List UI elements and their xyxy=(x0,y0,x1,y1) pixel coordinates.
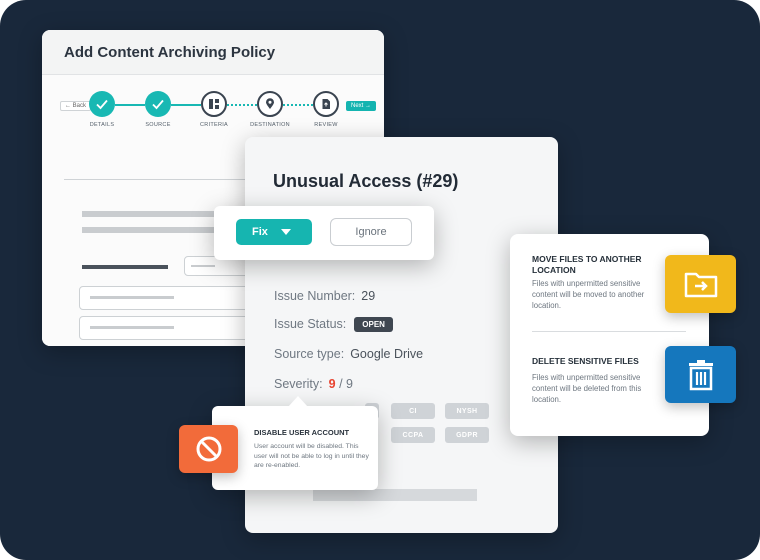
disable-description: User account will be disabled. This user… xyxy=(254,443,369,469)
step-details[interactable] xyxy=(89,91,115,117)
input-field[interactable] xyxy=(79,316,261,340)
severity-value: 9 xyxy=(328,377,336,391)
caret-down-icon xyxy=(280,229,291,235)
move-files-description: Files with unpermitted sensitive content… xyxy=(532,279,645,310)
tag-chip: NYSH xyxy=(445,403,489,419)
issue-number-value: 29 xyxy=(361,289,376,303)
window-title: Add Content Archiving Policy xyxy=(64,44,276,61)
disable-title: DISABLE USER ACCOUNT xyxy=(254,428,350,437)
status-badge: OPEN xyxy=(354,317,393,333)
ignore-button[interactable]: Ignore xyxy=(330,218,412,246)
trash-icon xyxy=(688,359,713,390)
document-icon xyxy=(322,99,330,109)
next-button[interactable]: Next → xyxy=(346,101,377,111)
step-connector xyxy=(115,104,145,106)
step-connector xyxy=(227,104,257,106)
source-type-value: Google Drive xyxy=(350,347,424,361)
step-criteria[interactable] xyxy=(201,91,227,117)
step-label: CRITERIA xyxy=(199,122,229,128)
popup-pointer xyxy=(288,396,308,407)
step-label: DESTINATION xyxy=(250,122,290,128)
step-label: DETAILS xyxy=(89,122,115,128)
move-files-button[interactable] xyxy=(665,255,736,313)
severity-row: Severity: 9 / 9 xyxy=(274,377,353,391)
field-label-placeholder xyxy=(82,265,168,269)
delete-files-description: Files with unpermitted sensitive content… xyxy=(532,373,642,404)
input-field[interactable] xyxy=(79,286,261,310)
delete-files-button[interactable] xyxy=(665,346,736,403)
issue-number-label: Issue Number: xyxy=(274,289,356,303)
issue-title: Unusual Access (#29) xyxy=(273,171,459,191)
step-destination[interactable] xyxy=(257,91,283,117)
source-type-row: Source type: Google Drive xyxy=(274,347,423,361)
fix-label: Fix xyxy=(252,226,268,238)
delete-files-title: DELETE SENSITIVE FILES xyxy=(532,356,639,366)
divider xyxy=(532,331,686,332)
step-connector xyxy=(283,104,313,106)
tag-chip: CI xyxy=(391,403,435,419)
step-source[interactable] xyxy=(145,91,171,117)
step-review[interactable] xyxy=(313,91,339,117)
check-icon xyxy=(152,99,164,110)
step-label: REVIEW xyxy=(314,122,338,128)
severity-label: Severity: xyxy=(274,377,323,391)
issue-number-row: Issue Number: 29 xyxy=(274,289,375,303)
disable-user-button[interactable] xyxy=(179,425,238,473)
step-connector xyxy=(171,104,201,106)
grid-icon xyxy=(209,99,219,109)
fix-ignore-popup: Fix Ignore xyxy=(214,206,434,260)
location-pin-icon xyxy=(266,98,274,109)
move-files-title: MOVE FILES TO ANOTHER LOCATION xyxy=(532,254,642,275)
severity-max: / 9 xyxy=(339,377,353,391)
placeholder-strip xyxy=(313,489,477,501)
issue-status-label: Issue Status: xyxy=(274,317,347,331)
source-type-label: Source type: xyxy=(274,347,345,361)
issue-status-row: Issue Status: OPEN xyxy=(274,317,393,333)
tag-chip: CCPA xyxy=(391,427,435,443)
back-button[interactable]: ← Back xyxy=(60,101,92,111)
fix-dropdown-button[interactable]: Fix xyxy=(236,219,312,245)
ban-icon xyxy=(196,436,221,462)
step-label: SOURCE xyxy=(145,122,171,128)
tag-chip: GDPR xyxy=(445,427,489,443)
folder-move-icon xyxy=(684,272,717,298)
check-icon xyxy=(96,99,108,110)
